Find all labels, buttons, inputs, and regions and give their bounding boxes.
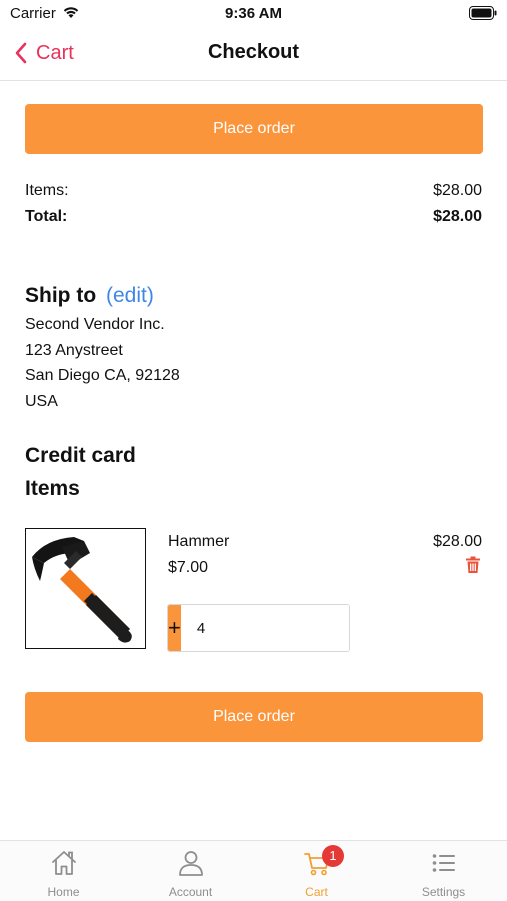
place-order-button-top[interactable]: Place order: [25, 104, 483, 154]
clock: 9:36 AM: [225, 5, 282, 22]
tab-account-label: Account: [168, 885, 213, 899]
address-line-company: Second Vendor Inc.: [25, 316, 165, 333]
ship-to-label: Ship to: [25, 284, 97, 307]
tab-cart[interactable]: 1 Cart: [253, 841, 380, 901]
address-line-country: USA: [25, 393, 58, 410]
item-unit-price: $7.00: [168, 559, 209, 576]
quantity-input[interactable]: [180, 605, 349, 651]
tab-home[interactable]: Home: [0, 841, 127, 901]
place-order-button-bottom[interactable]: Place order: [25, 692, 483, 742]
product-image-hammer: [25, 528, 146, 649]
items-heading: Items: [25, 477, 80, 500]
account-icon: [178, 851, 203, 876]
total-value: $28.00: [433, 208, 482, 225]
quantity-stepper: + −: [167, 604, 350, 652]
edit-address-link[interactable]: (edit): [106, 284, 154, 307]
hammer-icon: [32, 537, 132, 643]
address-line-street: 123 Anystreet: [25, 342, 123, 359]
page-title: Checkout: [207, 41, 300, 63]
total-label: Total:: [25, 208, 68, 225]
tab-home-label: Home: [47, 885, 80, 899]
total-row: Total: $28.00: [25, 208, 482, 226]
ship-to-heading: Ship to (edit): [25, 284, 154, 308]
status-bar: Carrier 9:36 AM: [0, 0, 507, 28]
settings-list-icon: [432, 854, 455, 872]
item-line-total: $28.00: [433, 533, 482, 550]
credit-card-heading: Credit card: [25, 444, 136, 467]
tab-bar: Home Account 1 Cart Settings: [0, 840, 507, 901]
navigation-bar: Cart Checkout: [0, 28, 507, 81]
address-line-city: San Diego CA, 92128: [25, 367, 180, 384]
cart-badge: 1: [322, 845, 344, 867]
tab-account[interactable]: Account: [127, 841, 254, 901]
home-icon: [51, 851, 76, 875]
items-label: Items:: [25, 182, 69, 199]
tab-cart-label: Cart: [305, 885, 328, 899]
tab-settings-label: Settings: [421, 885, 466, 899]
trash-icon[interactable]: [465, 556, 481, 574]
items-value: $28.00: [433, 182, 482, 199]
battery-icon: [469, 6, 497, 20]
item-name: Hammer: [168, 533, 230, 550]
increment-button[interactable]: +: [168, 605, 181, 651]
tab-settings[interactable]: Settings: [380, 841, 507, 901]
items-subtotal-row: Items: $28.00: [25, 182, 482, 200]
